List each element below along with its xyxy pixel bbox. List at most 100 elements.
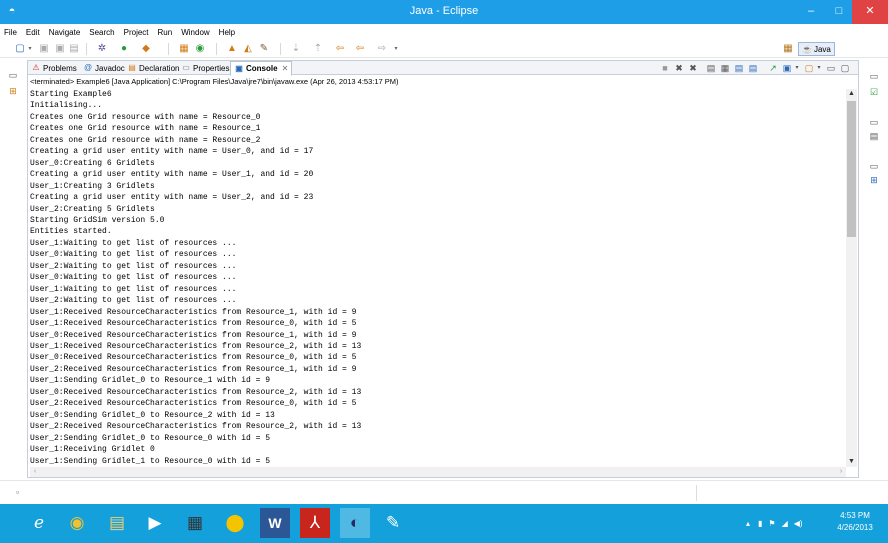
- next-annotation-icon[interactable]: ⇣: [290, 43, 302, 55]
- console-line: User_2:Received ResourceCharacteristics …: [30, 422, 362, 432]
- remove-all-terminated-icon[interactable]: ✖: [688, 62, 698, 74]
- file-explorer-icon[interactable]: ▤: [102, 508, 132, 538]
- clear-console-icon[interactable]: ▤: [706, 62, 716, 74]
- outline-icon[interactable]: ▤: [868, 130, 880, 142]
- tab-console[interactable]: ▣ Console ✕: [230, 61, 293, 76]
- open-console-dropdown-icon[interactable]: ▾: [814, 62, 824, 74]
- scrollbar-thumb[interactable]: [847, 101, 856, 237]
- save-all-icon[interactable]: ▣: [54, 43, 66, 55]
- search-icon[interactable]: ✎: [258, 43, 270, 55]
- remove-launch-icon[interactable]: ✖: [674, 62, 684, 74]
- console-output[interactable]: Starting Example6 Initialising... Creates …: [30, 89, 846, 465]
- restore-icon[interactable]: ▭: [868, 70, 880, 82]
- scroll-down-icon[interactable]: ▼: [846, 457, 857, 467]
- close-tab-icon[interactable]: ✕: [282, 64, 289, 73]
- scroll-up-icon[interactable]: ▲: [846, 89, 857, 99]
- word-icon[interactable]: W: [260, 508, 290, 538]
- yellow-app-icon[interactable]: ⬤: [220, 508, 250, 538]
- debug-icon[interactable]: ✲: [96, 43, 108, 55]
- fast-view-icon[interactable]: ▫: [16, 487, 19, 497]
- menu-run[interactable]: Run: [158, 28, 173, 37]
- tab-problems[interactable]: ⚠ Problems: [28, 61, 80, 75]
- console-line: User_1:Sending Gridlet_1 to Resource_0 w…: [30, 456, 271, 466]
- vertical-scrollbar[interactable]: ▲ ▼: [846, 89, 857, 467]
- menu-search[interactable]: Search: [89, 28, 114, 37]
- menu-project[interactable]: Project: [124, 28, 149, 37]
- display-console-icon[interactable]: ▣: [782, 62, 792, 74]
- left-trim-bar: ▭ ⊞: [0, 58, 24, 478]
- problems-icon: ⚠: [32, 63, 40, 72]
- print-icon[interactable]: ▤: [68, 43, 80, 55]
- open-task-icon[interactable]: ◭: [242, 43, 254, 55]
- show-when-stderr-icon[interactable]: ▤: [748, 62, 758, 74]
- task-list-icon[interactable]: ☑: [868, 86, 880, 98]
- new-java-project-icon[interactable]: ▦: [178, 43, 190, 55]
- terminate-icon[interactable]: ■: [660, 62, 670, 74]
- close-button[interactable]: ✕: [852, 0, 888, 24]
- save-icon[interactable]: ▣: [38, 43, 50, 55]
- display-console-dropdown-icon[interactable]: ▾: [792, 62, 802, 74]
- java-perspective-button[interactable]: ☕ Java: [798, 42, 835, 56]
- package-explorer-icon[interactable]: ⊞: [8, 86, 18, 96]
- tab-declaration[interactable]: ▤ Declaration: [124, 61, 182, 75]
- eclipse-taskbar-icon[interactable]: ◐: [340, 508, 370, 538]
- paint-icon[interactable]: ✎: [378, 508, 408, 538]
- title-bar: ◓ Java - Eclipse – □ ✕: [0, 0, 888, 24]
- restore-icon[interactable]: ▭: [868, 116, 880, 128]
- console-header: <terminated> Example6 [Java Application]…: [30, 77, 399, 86]
- volume-icon[interactable]: ◀): [794, 519, 803, 528]
- toolbar-separator: [216, 43, 217, 55]
- forward-icon[interactable]: ⇨: [376, 43, 388, 55]
- show-hidden-icons-icon[interactable]: ▴: [746, 519, 750, 528]
- tab-javadoc[interactable]: @ Javadoc: [80, 61, 128, 75]
- new-icon[interactable]: ▢: [14, 43, 26, 55]
- java-perspective-icon: ☕: [802, 44, 812, 54]
- minimize-view-icon[interactable]: ▭: [826, 62, 836, 74]
- status-bar: ▫: [0, 480, 888, 504]
- console-line: Creating a grid user entity with name = …: [30, 193, 314, 203]
- restore-icon[interactable]: ▭: [868, 160, 880, 172]
- back-icon[interactable]: ⇦: [354, 43, 366, 55]
- calculator-icon[interactable]: ▦: [180, 508, 210, 538]
- scroll-left-icon[interactable]: ‹: [30, 467, 40, 477]
- main-toolbar: ▢ ▾ ▣ ▣ ▤ ✲ ● ◆ ▦ ◉ ▲ ◭ ✎ ⇣ ⇡ ⇦ ⇦ ⇨ ▾ ▦ …: [0, 40, 888, 58]
- forward-dropdown-icon[interactable]: ▾: [390, 43, 402, 55]
- scroll-right-icon[interactable]: ›: [836, 467, 846, 477]
- open-type-icon[interactable]: ▲: [226, 43, 238, 55]
- menu-file[interactable]: File: [4, 28, 17, 37]
- new-dropdown-icon[interactable]: ▾: [26, 43, 34, 55]
- minimize-button[interactable]: –: [796, 0, 826, 24]
- run-icon[interactable]: ●: [118, 43, 130, 55]
- open-console-icon[interactable]: ▢: [804, 62, 814, 74]
- acrobat-icon[interactable]: ⅄: [300, 508, 330, 538]
- internet-explorer-icon[interactable]: e: [24, 508, 54, 538]
- media-player-icon[interactable]: ▶: [140, 508, 170, 538]
- console-view-stack: ⚠ Problems @ Javadoc ▤ Declaration ▭ Pro…: [27, 60, 859, 478]
- menu-bar: File Edit Navigate Search Project Run Wi…: [0, 24, 888, 40]
- menu-help[interactable]: Help: [219, 28, 235, 37]
- hierarchy-icon[interactable]: ⊞: [868, 174, 880, 186]
- console-line: Entities started.: [30, 227, 112, 237]
- clock[interactable]: 4:53 PM 4/26/2013: [828, 510, 882, 534]
- pin-console-icon[interactable]: ↗: [768, 62, 778, 74]
- horizontal-scrollbar[interactable]: ‹ ›: [30, 467, 846, 477]
- menu-navigate[interactable]: Navigate: [49, 28, 81, 37]
- network-icon[interactable]: ◢: [782, 519, 788, 528]
- scroll-lock-icon[interactable]: ▦: [720, 62, 730, 74]
- chrome-icon[interactable]: ◉: [62, 508, 92, 538]
- last-edit-location-icon[interactable]: ⇦: [334, 43, 346, 55]
- toolbar-separator: [280, 43, 281, 55]
- tab-properties[interactable]: ▭ Properties: [178, 61, 232, 75]
- flag-icon[interactable]: ⚑: [768, 519, 775, 528]
- new-class-icon[interactable]: ◉: [194, 43, 206, 55]
- external-tools-icon[interactable]: ◆: [140, 43, 152, 55]
- previous-annotation-icon[interactable]: ⇡: [312, 43, 324, 55]
- show-when-stdout-icon[interactable]: ▤: [734, 62, 744, 74]
- restore-icon[interactable]: ▭: [8, 70, 18, 80]
- maximize-view-icon[interactable]: ▢: [840, 62, 850, 74]
- open-perspective-icon[interactable]: ▦: [782, 43, 794, 55]
- battery-icon[interactable]: ▮: [758, 519, 762, 528]
- menu-window[interactable]: Window: [181, 28, 209, 37]
- menu-edit[interactable]: Edit: [26, 28, 40, 37]
- maximize-button[interactable]: □: [824, 0, 854, 24]
